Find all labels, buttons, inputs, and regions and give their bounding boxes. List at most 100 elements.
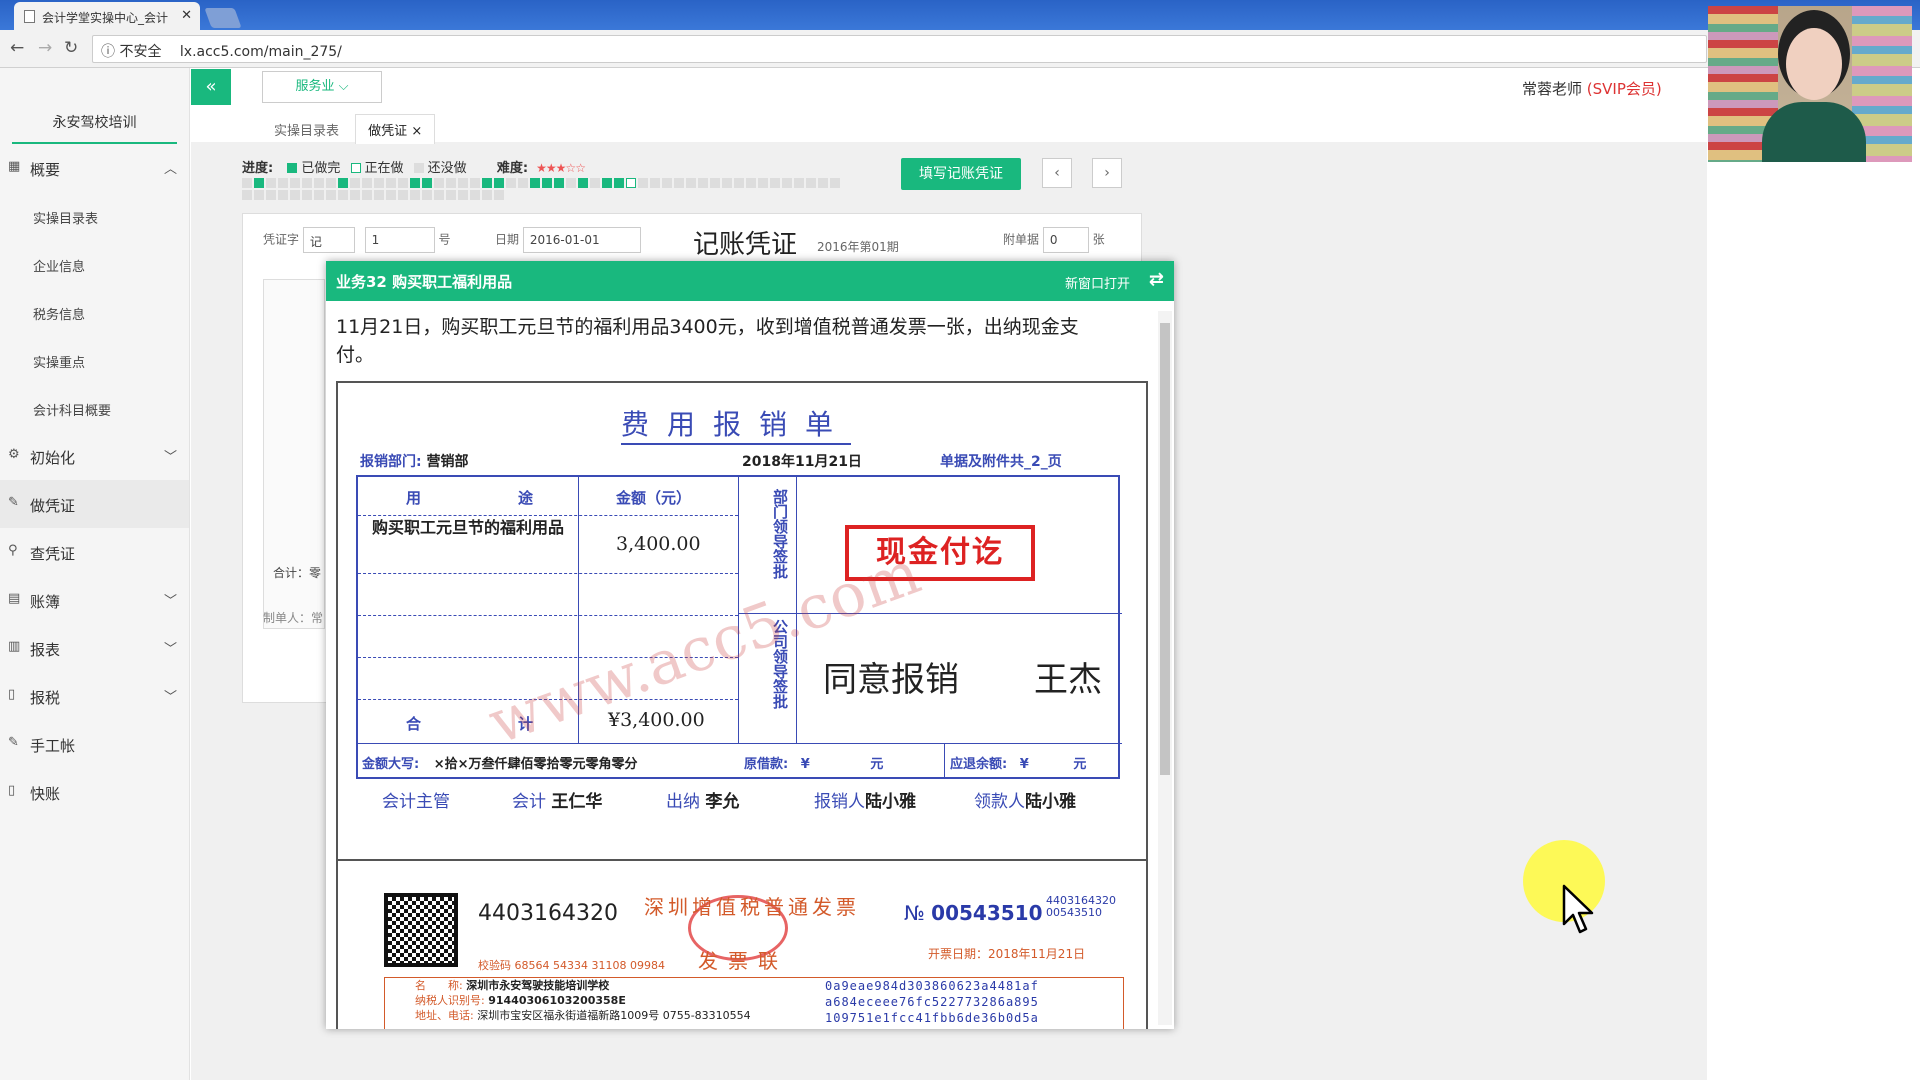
progress-cell[interactable]: [350, 178, 360, 188]
progress-cell[interactable]: [650, 178, 660, 188]
progress-cell[interactable]: [578, 178, 588, 188]
progress-cell[interactable]: [446, 190, 456, 200]
progress-cell[interactable]: [602, 178, 612, 188]
progress-cell[interactable]: [710, 178, 720, 188]
progress-cell[interactable]: [410, 178, 420, 188]
progress-cell[interactable]: [458, 190, 468, 200]
progress-cell[interactable]: [530, 178, 540, 188]
sidebar-item-init[interactable]: ⚙ 初始化 ﹀: [0, 432, 189, 480]
progress-cell[interactable]: [422, 178, 432, 188]
progress-cell[interactable]: [278, 190, 288, 200]
progress-cell[interactable]: [662, 178, 672, 188]
progress-cell[interactable]: [698, 178, 708, 188]
progress-cell[interactable]: [590, 178, 600, 188]
sidebar-item-make-voucher[interactable]: ✎ 做凭证: [0, 480, 189, 528]
close-icon[interactable]: ×: [411, 124, 422, 139]
progress-cell[interactable]: [314, 178, 324, 188]
scroll-thumb[interactable]: [1160, 323, 1170, 775]
progress-cell[interactable]: [470, 190, 480, 200]
date-input[interactable]: 2016-01-01: [522, 227, 641, 253]
progress-cell[interactable]: [458, 178, 468, 188]
forward-icon[interactable]: →: [38, 38, 52, 58]
progress-cell[interactable]: [242, 190, 252, 200]
progress-cell[interactable]: [494, 178, 504, 188]
progress-cell[interactable]: [482, 190, 492, 200]
progress-cell[interactable]: [554, 178, 564, 188]
sidebar-item-tax[interactable]: ▯ 报税 ﹀: [0, 672, 189, 720]
progress-cell[interactable]: [398, 190, 408, 200]
swap-icon[interactable]: ⇄: [1149, 269, 1164, 290]
progress-cell[interactable]: [398, 178, 408, 188]
progress-cell[interactable]: [758, 178, 768, 188]
progress-cell[interactable]: [434, 178, 444, 188]
progress-cell[interactable]: [506, 178, 516, 188]
progress-cell[interactable]: [302, 190, 312, 200]
sidebar-item-ledger[interactable]: ▤ 账簿 ﹀: [0, 576, 189, 624]
progress-cell[interactable]: [350, 190, 360, 200]
browser-tab[interactable]: 会计学堂实操中心_会计 ✕: [14, 2, 200, 30]
sidebar-item-reports[interactable]: ▥ 报表 ﹀: [0, 624, 189, 672]
progress-cell[interactable]: [770, 178, 780, 188]
progress-cell[interactable]: [386, 178, 396, 188]
progress-cell[interactable]: [278, 178, 288, 188]
progress-cell[interactable]: [626, 178, 636, 188]
progress-cell[interactable]: [314, 190, 324, 200]
progress-cell[interactable]: [362, 190, 372, 200]
progress-cell[interactable]: [470, 178, 480, 188]
progress-cell[interactable]: [254, 190, 264, 200]
new-tab-button[interactable]: [204, 8, 242, 28]
voucher-word-select[interactable]: 记: [302, 227, 355, 253]
progress-cell[interactable]: [338, 178, 348, 188]
progress-cell[interactable]: [614, 178, 624, 188]
progress-cell[interactable]: [302, 178, 312, 188]
progress-cell[interactable]: [818, 178, 828, 188]
progress-cell[interactable]: [830, 178, 840, 188]
voucher-number-input[interactable]: 1: [364, 227, 435, 253]
sidebar-sub-company-info[interactable]: 企业信息: [0, 240, 189, 288]
progress-cell[interactable]: [746, 178, 756, 188]
progress-cell[interactable]: [566, 178, 576, 188]
progress-cell[interactable]: [338, 190, 348, 200]
progress-cell[interactable]: [374, 178, 384, 188]
sidebar-item-quick[interactable]: ▯ 快账: [0, 768, 189, 816]
sidebar-item-manual[interactable]: ✎ 手工帐: [0, 720, 189, 768]
sidebar-sub-tax-info[interactable]: 税务信息: [0, 288, 189, 336]
progress-cell[interactable]: [518, 178, 528, 188]
progress-cell[interactable]: [374, 190, 384, 200]
progress-cell[interactable]: [290, 190, 300, 200]
progress-cell[interactable]: [542, 178, 552, 188]
security-label[interactable]: 不安全: [101, 44, 161, 60]
popup-scrollbar[interactable]: [1158, 311, 1172, 1025]
collapse-sidebar-button[interactable]: «: [191, 69, 231, 105]
progress-cell[interactable]: [446, 178, 456, 188]
back-icon[interactable]: ←: [10, 38, 24, 58]
progress-cell[interactable]: [782, 178, 792, 188]
progress-cell[interactable]: [266, 178, 276, 188]
progress-cell[interactable]: [410, 190, 420, 200]
progress-cell[interactable]: [734, 178, 744, 188]
sidebar-item-query-voucher[interactable]: ⚲ 查凭证: [0, 528, 189, 576]
progress-cell[interactable]: [326, 190, 336, 200]
industry-select[interactable]: 服务业 ⌵: [262, 71, 382, 103]
sidebar-sub-accounts[interactable]: 会计科目概要: [0, 384, 189, 432]
progress-cell[interactable]: [674, 178, 684, 188]
attach-input[interactable]: 0: [1042, 227, 1089, 253]
progress-cell[interactable]: [806, 178, 816, 188]
open-new-window-link[interactable]: 新窗口打开: [1065, 273, 1130, 292]
progress-cell[interactable]: [722, 178, 732, 188]
progress-cell[interactable]: [326, 178, 336, 188]
progress-cell[interactable]: [362, 178, 372, 188]
progress-cell[interactable]: [386, 190, 396, 200]
progress-cell[interactable]: [494, 190, 504, 200]
address-bar[interactable]: 不安全 lx.acc5.com/main_275/: [92, 35, 1707, 63]
prev-button[interactable]: ‹: [1042, 158, 1072, 188]
next-button[interactable]: ›: [1092, 158, 1122, 188]
tab-make-voucher[interactable]: 做凭证 ×: [355, 114, 436, 144]
progress-cell[interactable]: [794, 178, 804, 188]
sidebar-sub-catalog[interactable]: 实操目录表: [0, 192, 189, 240]
progress-cell[interactable]: [482, 178, 492, 188]
progress-cell[interactable]: [638, 178, 648, 188]
tab-catalog[interactable]: 实操目录表: [262, 115, 351, 144]
sidebar-sub-key-points[interactable]: 实操重点: [0, 336, 189, 384]
progress-cell[interactable]: [434, 190, 444, 200]
